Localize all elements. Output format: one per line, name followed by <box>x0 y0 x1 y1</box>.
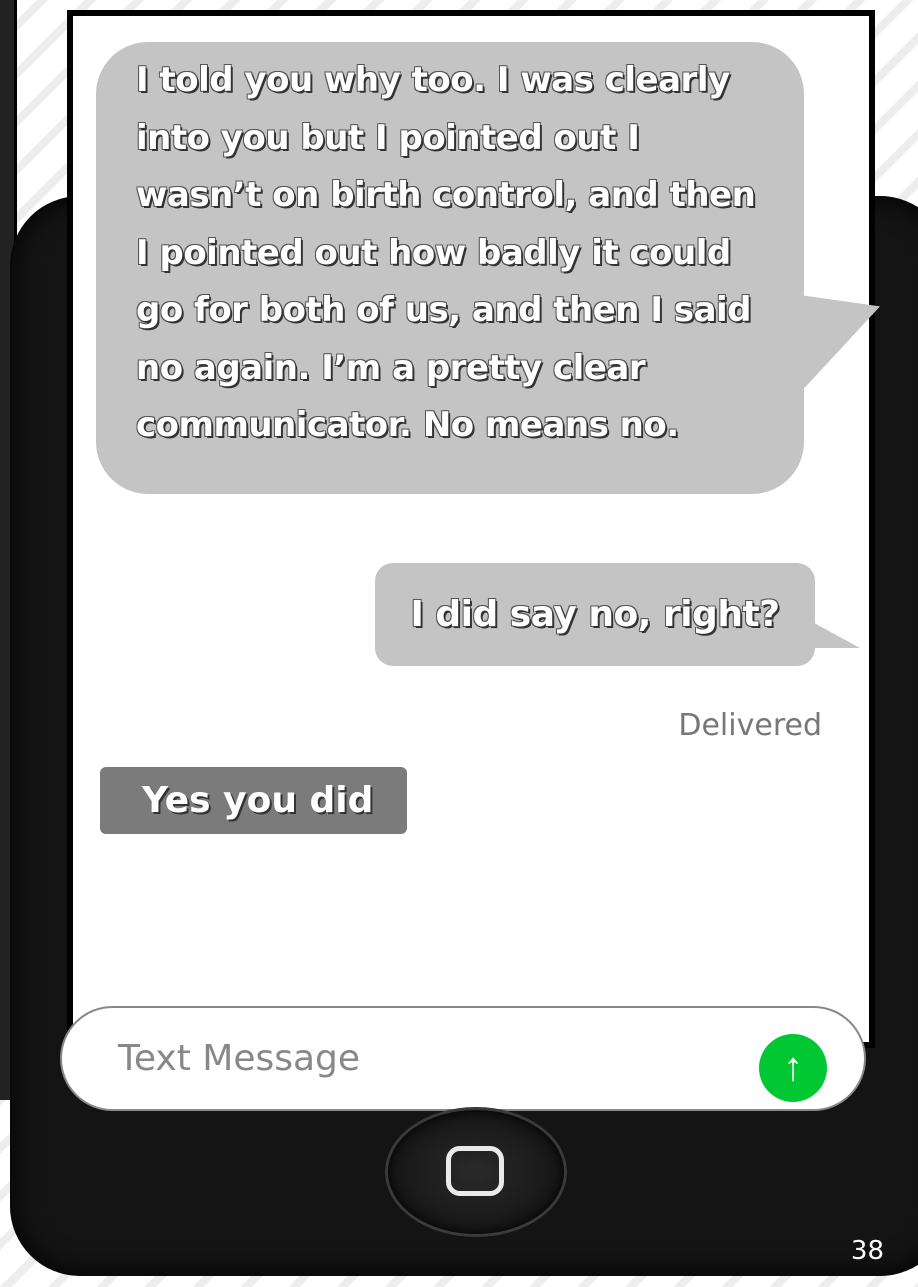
home-square-icon <box>446 1146 504 1196</box>
home-button[interactable] <box>388 1110 564 1234</box>
text-message-input[interactable]: Text Message ↑ <box>60 1006 866 1111</box>
message-bubble-question: I did say no, right? <box>375 563 815 666</box>
input-placeholder: Text Message <box>118 1038 361 1079</box>
delivered-status: Delivered <box>678 708 822 743</box>
message-bubble-long: I told you why too. I was clearly into y… <box>96 42 804 494</box>
reply-bubble: Yes you did <box>100 767 407 834</box>
send-arrow-icon[interactable]: ↑ <box>759 1034 827 1102</box>
page-number: 38 <box>850 1236 884 1266</box>
